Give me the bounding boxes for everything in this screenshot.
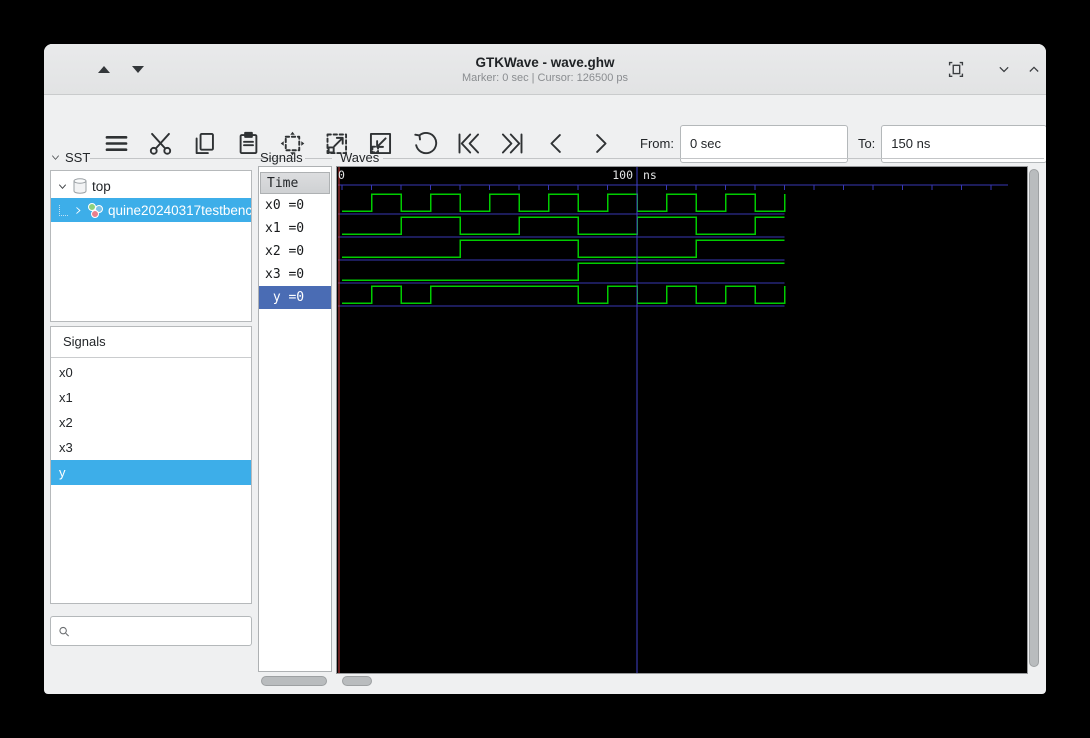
undo-icon xyxy=(411,130,438,157)
from-label: From: xyxy=(640,136,674,151)
search-icon xyxy=(59,626,70,637)
tree-item-label: quine20240317testbench xyxy=(108,202,252,218)
expander-right-icon[interactable] xyxy=(73,205,83,216)
signal-item-x2[interactable]: x2 xyxy=(51,410,251,435)
sst-frame-label[interactable]: SST xyxy=(50,150,90,165)
paste-icon xyxy=(235,130,262,157)
svg-text:0: 0 xyxy=(338,168,345,182)
signal-names-groove-line xyxy=(305,158,332,159)
skip-to-start-icon xyxy=(455,130,482,157)
shade-up-button[interactable] xyxy=(90,44,118,94)
keep-above-button[interactable] xyxy=(942,44,970,94)
to-label: To: xyxy=(857,136,876,151)
waves-groove-line xyxy=(383,158,1044,159)
roll-down-button[interactable] xyxy=(990,44,1018,94)
signals-list-header[interactable]: Signals xyxy=(51,327,251,358)
tree-item-quine20240317testbench[interactable]: quine20240317testbench xyxy=(51,198,251,222)
signal-row-x2[interactable]: x2 =0 xyxy=(259,240,331,263)
from-input[interactable] xyxy=(679,124,848,163)
copy-icon xyxy=(191,130,218,157)
triangle-up-icon xyxy=(98,65,110,73)
screen: GTKWave - wave.ghw Marker: 0 sec | Curso… xyxy=(0,0,1090,738)
signal-item-x0[interactable]: x0 xyxy=(51,360,251,385)
skip-to-end-icon xyxy=(499,130,526,157)
waves-frame-label: Waves xyxy=(340,150,380,165)
waveform-plot[interactable]: 0 100 ns xyxy=(337,167,1027,673)
svg-text:ns: ns xyxy=(643,168,657,182)
database-icon xyxy=(73,178,87,194)
marker-cursor-status: Marker: 0 sec | Cursor: 126500 ps xyxy=(461,71,629,84)
tree-item-label: top xyxy=(92,178,111,194)
signal-item-x3[interactable]: x3 xyxy=(51,435,251,460)
signal-names-frame-label: Signals xyxy=(260,150,303,165)
waves-hscrollbar[interactable] xyxy=(336,675,1026,687)
to-input[interactable] xyxy=(881,124,1046,163)
signal-names-hscrollbar-thumb[interactable] xyxy=(261,676,327,686)
signal-row-y[interactable]: y =0 xyxy=(259,286,331,309)
titlebar[interactable]: GTKWave - wave.ghw Marker: 0 sec | Curso… xyxy=(44,44,1046,95)
signal-row-x3[interactable]: x3 =0 xyxy=(259,263,331,286)
keep-above-icon xyxy=(948,61,964,78)
tree-connector xyxy=(59,204,68,216)
menu-icon xyxy=(103,130,130,157)
window-title: GTKWave - wave.ghw xyxy=(475,54,615,70)
waves-vscrollbar-thumb[interactable] xyxy=(1029,169,1039,667)
triangle-down-icon xyxy=(132,65,144,73)
shade-down-button[interactable] xyxy=(124,44,152,94)
signal-item-x1[interactable]: x1 xyxy=(51,385,251,410)
time-header[interactable]: Time xyxy=(260,172,330,194)
chevron-up-icon xyxy=(1029,66,1039,72)
step-right-icon xyxy=(587,130,614,157)
waves-vscrollbar[interactable] xyxy=(1028,168,1040,670)
wave-canvas[interactable]: 0 100 ns xyxy=(336,166,1028,674)
chevron-down-icon xyxy=(999,66,1009,73)
signal-row-x1[interactable]: x1 =0 xyxy=(259,217,331,240)
signal-names-hscrollbar[interactable] xyxy=(260,675,330,687)
signal-names-panel: Time x0 =0 x1 =0 x2 =0 x3 =0 y =0 xyxy=(258,166,332,672)
signal-search-box[interactable] xyxy=(50,616,252,646)
sst-tree-panel[interactable]: top quine20240317testbench xyxy=(50,170,252,322)
waves-hscrollbar-thumb[interactable] xyxy=(342,676,372,686)
signal-item-y[interactable]: y xyxy=(51,460,251,485)
cut-icon xyxy=(147,130,174,157)
expander-down-icon[interactable] xyxy=(57,181,68,192)
svg-text:100: 100 xyxy=(612,168,633,182)
search-input[interactable] xyxy=(71,618,251,644)
module-icon xyxy=(87,202,103,218)
sst-expander-icon xyxy=(52,155,59,160)
signals-list-panel: Signals x0 x1 x2 x3 y xyxy=(50,326,252,604)
step-left-icon xyxy=(543,130,570,157)
roll-up-button[interactable] xyxy=(1020,44,1046,94)
tree-item-top[interactable]: top xyxy=(51,174,251,198)
signal-row-x0[interactable]: x0 =0 xyxy=(259,194,331,217)
gtkwave-window: GTKWave - wave.ghw Marker: 0 sec | Curso… xyxy=(44,44,1046,694)
